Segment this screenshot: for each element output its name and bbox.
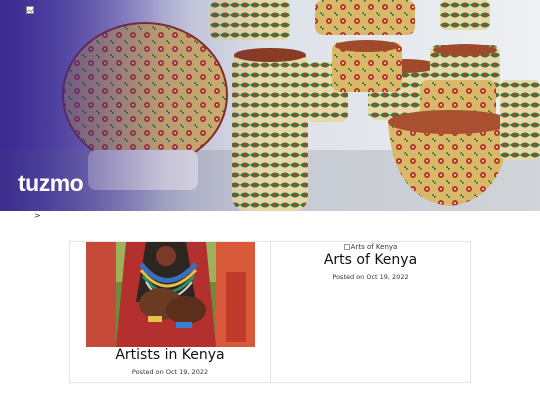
broken-image-icon — [26, 6, 34, 14]
breadcrumb-separator: > — [34, 211, 41, 220]
post-thumbnail[interactable] — [86, 242, 255, 347]
post-card[interactable]: Arts of Kenya Arts of Kenya Posted on Oc… — [271, 242, 470, 382]
post-title[interactable]: Arts of Kenya — [271, 252, 470, 268]
post-title[interactable]: Artists in Kenya — [70, 347, 270, 363]
post-grid: Artists in Kenya Posted on Oct 19, 2022 … — [69, 241, 471, 383]
post-date: Posted on Oct 19, 2022 — [332, 273, 409, 281]
image-alt-text: Arts of Kenya — [350, 243, 398, 251]
brand-logo[interactable]: tuzmo — [18, 172, 84, 195]
post-card[interactable]: Artists in Kenya Posted on Oct 19, 2022 — [70, 242, 271, 382]
broken-thumbnail[interactable]: Arts of Kenya — [271, 243, 470, 251]
hero-banner: tuzmo — [0, 0, 540, 211]
beadwork-hands-image — [86, 242, 255, 347]
broken-image-icon — [343, 244, 350, 250]
post-date: Posted on Oct 19, 2022 — [131, 368, 209, 376]
